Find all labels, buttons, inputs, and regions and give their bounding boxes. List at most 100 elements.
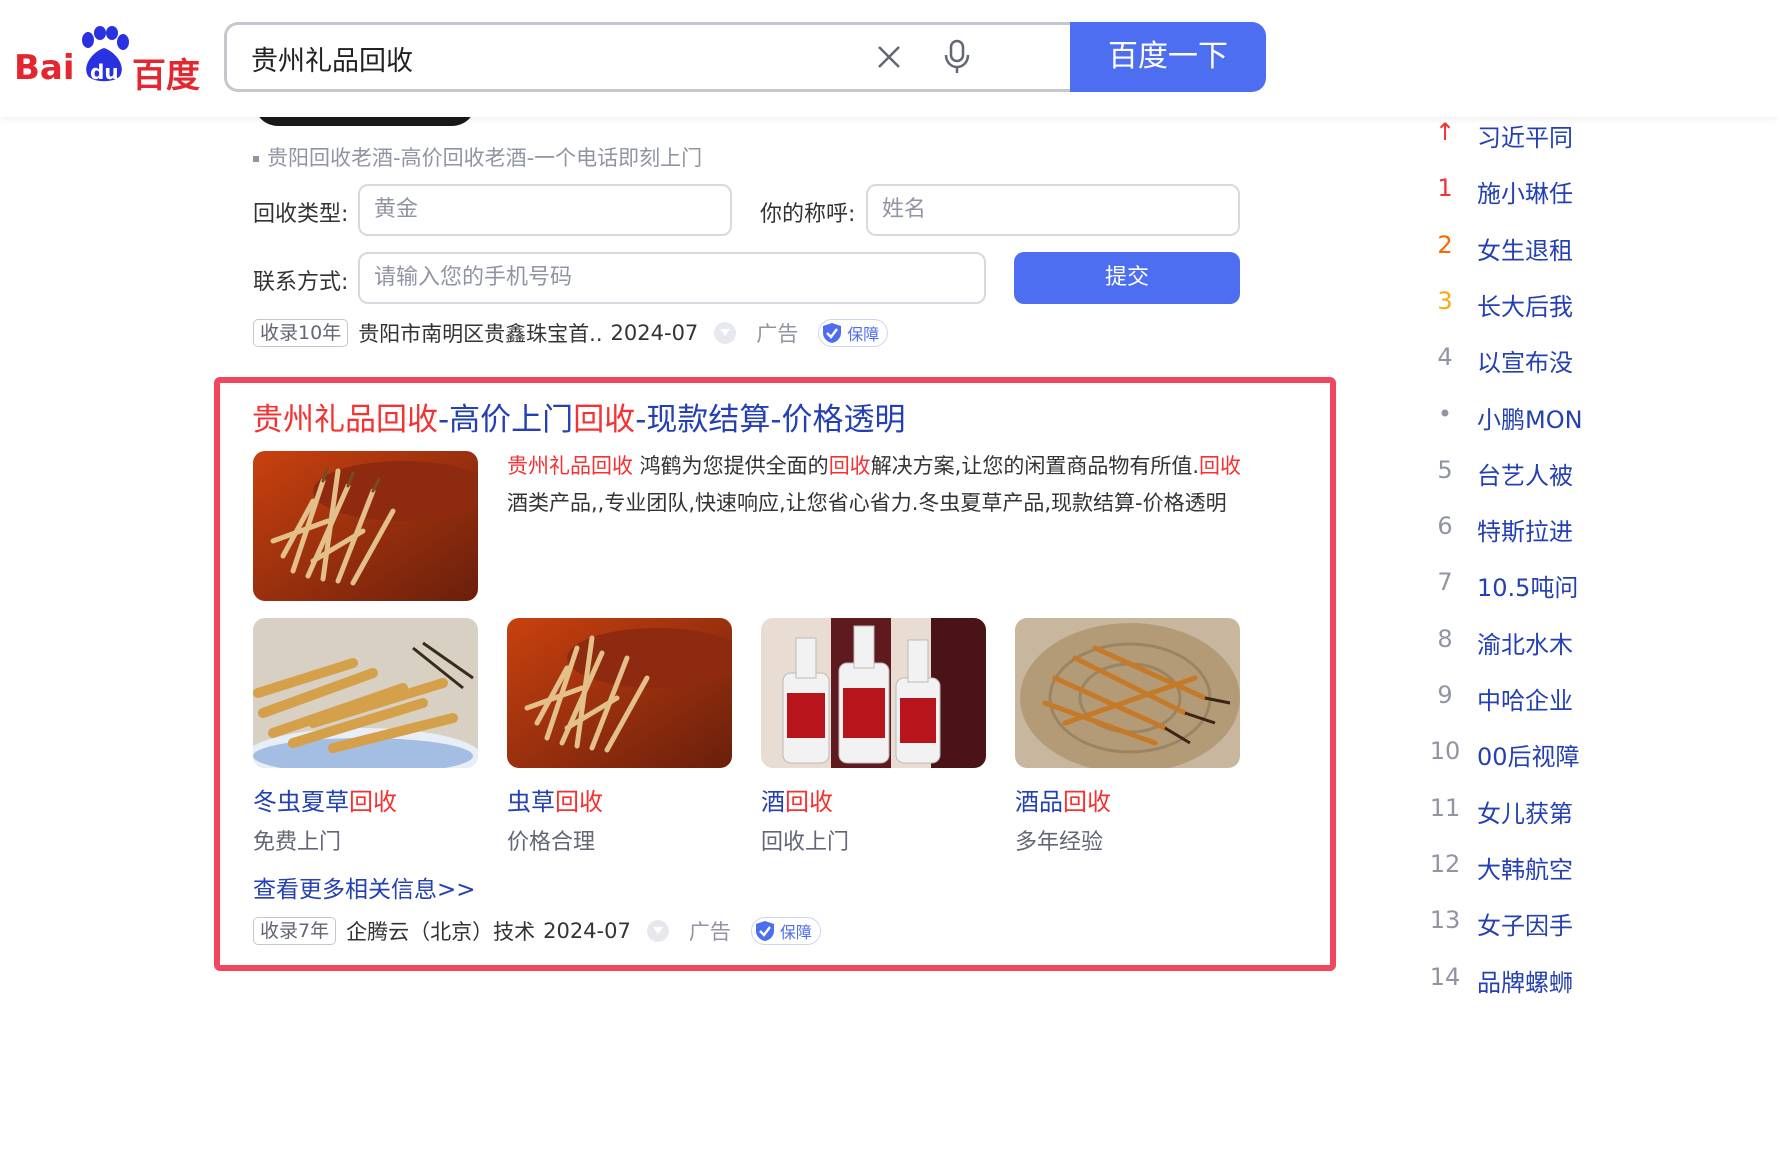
thumb-title-keyword: 回收 [555, 788, 603, 816]
hot-search-title: 特斯拉进 [1477, 518, 1573, 547]
hot-search-title: 施小琳任 [1477, 180, 1573, 209]
hot-rank: 12 [1429, 849, 1461, 878]
advertiser-name[interactable]: 贵阳市南明区贵鑫珠宝首.. [358, 318, 602, 348]
hot-search-title: 长大后我 [1477, 292, 1573, 321]
ad-label[interactable]: 广告 [689, 916, 731, 946]
hot-search-title: 品牌螺蛳 [1477, 968, 1573, 997]
cordyceps-image [253, 451, 478, 601]
logo-text-bai: Bai [14, 48, 75, 88]
ad-description: 贵州礼品回收 鸿鹤为您提供全面的回收解决方案,让您的闲置商品物有所值.回收酒类产… [507, 448, 1247, 522]
baidu-logo[interactable]: Bai du 百度 [14, 26, 200, 96]
hot-rank: 2 [1437, 230, 1453, 259]
ad-card-meta: 收录7年 企腾云（北京）技术 2024-07 广告 保障 [253, 916, 821, 946]
thumb-title-text: 酒 [761, 788, 785, 816]
thumb-title-text: 虫草 [507, 788, 555, 816]
indexed-years-tag: 收录7年 [253, 917, 337, 945]
thumb-title-chongcao[interactable]: 虫草回收 [507, 782, 603, 817]
hot-rank: 4 [1437, 343, 1453, 372]
thumb-subtitle: 免费上门 [253, 830, 342, 855]
bullet-icon [253, 156, 259, 162]
cordyceps-bowl-image [253, 618, 478, 768]
hot-rank: 3 [1437, 286, 1453, 315]
hot-search-title: 小鹏MON [1477, 405, 1583, 434]
guarantee-label: 保障 [779, 923, 812, 942]
desc-keyword: 回收 [828, 454, 871, 478]
logo-text-du: du [90, 60, 119, 84]
previous-ad-sublink[interactable]: 贵阳回收老酒-高价回收老酒-一个电话即刻上门 [253, 142, 702, 172]
hot-search-title: 渝北水木 [1477, 630, 1573, 659]
thumb-image-cordyceps[interactable] [253, 618, 478, 768]
ad-title-text: -现款结算-价格透明 [635, 402, 906, 438]
thumb-title-liquor[interactable]: 酒回收 [761, 782, 833, 817]
desc-text: 解决方案,让您的闲置商品物有所值. [870, 454, 1200, 478]
cordyceps-tray-image [507, 618, 732, 768]
hot-search-title: 中哈企业 [1477, 687, 1573, 715]
hot-rank: 6 [1437, 512, 1453, 541]
thumb-title-text: 酒品 [1015, 788, 1063, 816]
thumb-title-keyword: 回收 [785, 788, 833, 816]
hot-rank: 14 [1429, 962, 1461, 991]
hot-rank: 7 [1437, 568, 1453, 597]
thumb-title-keyword: 回收 [1063, 788, 1111, 816]
chevron-down-icon[interactable] [646, 920, 669, 942]
thumb-title-text: 冬虫夏草 [253, 788, 349, 816]
thumb-subtitle: 回收上门 [761, 830, 850, 855]
pinned-arrow-icon: ↑ [1434, 118, 1456, 146]
previous-ad-sublink-text[interactable]: 贵阳回收老酒-高价回收老酒-一个电话即刻上门 [267, 146, 702, 170]
hot-rank: 1 [1437, 174, 1453, 203]
microphone-icon[interactable] [943, 39, 971, 75]
search-button[interactable]: 百度一下 [1070, 22, 1266, 92]
search-input[interactable]: 贵州礼品回收 [251, 39, 413, 78]
hot-search-title: 习近平同 [1477, 124, 1573, 152]
hot-search-title: 00后视障 [1477, 743, 1580, 772]
ad-title-keyword: 贵州礼品回收 [252, 402, 438, 438]
logo-text-baidu-cn: 百度 [132, 56, 200, 96]
thumb-image-cordyceps-wood[interactable] [1015, 618, 1240, 768]
hot-search-title: 女儿获第 [1477, 799, 1573, 828]
submit-button[interactable]: 提交 [1014, 252, 1240, 304]
search-box[interactable]: 贵州礼品回收 [224, 22, 1073, 92]
hot-rank: 13 [1429, 906, 1461, 935]
desc-keyword: 贵州礼品回收 [507, 454, 633, 478]
thumb-subtitle: 多年经验 [1015, 830, 1104, 855]
thumb-image-cordyceps-tray[interactable] [507, 618, 732, 768]
desc-text: 鸿鹤为您提供全面的 [633, 454, 829, 478]
ad-label[interactable]: 广告 [756, 318, 798, 348]
guarantee-label: 保障 [847, 325, 880, 344]
guarantee-badge[interactable]: 保障 [818, 319, 889, 347]
liquor-bottles-image [761, 618, 986, 768]
clear-icon[interactable] [875, 43, 903, 71]
ad-title-text: -高价上门 [438, 402, 574, 438]
ad-title-link[interactable]: 贵州礼品回收-高价上门回收-现款结算-价格透明 [252, 394, 906, 439]
thumb-image-liquor[interactable] [761, 618, 986, 768]
previous-ad-meta: 收录10年 贵阳市南明区贵鑫珠宝首.. 2024-07 广告 保障 [253, 318, 889, 348]
name-field[interactable]: 姓名 [866, 184, 1240, 236]
hot-rank: 8 [1437, 624, 1453, 653]
hot-search-title: 女生退租 [1477, 236, 1573, 265]
desc-keyword: 回收 [1199, 454, 1242, 478]
ad-main-image[interactable] [253, 451, 478, 601]
guarantee-badge[interactable]: 保障 [750, 917, 821, 945]
thumb-title-liquor-products[interactable]: 酒品回收 [1015, 782, 1111, 817]
phone-field[interactable]: 请输入您的手机号码 [358, 252, 986, 304]
ad-title-keyword: 回收 [573, 402, 636, 438]
name-label: 你的称呼: [760, 202, 856, 227]
chevron-down-icon[interactable] [714, 322, 737, 344]
hot-search-title: 台艺人被 [1477, 461, 1573, 490]
shield-check-icon [823, 323, 842, 343]
hot-rank: 11 [1429, 793, 1461, 822]
hot-rank: 10 [1429, 737, 1461, 766]
recycle-type-label: 回收类型: [253, 202, 349, 227]
shield-check-icon [755, 921, 774, 941]
header-bar: Bai du 百度 贵州礼品回收 百度一下 [0, 0, 1778, 117]
advertiser-name[interactable]: 企腾云（北京）技术 [346, 916, 535, 946]
hot-rank: • [1437, 399, 1453, 428]
thumb-title-keyword: 回收 [349, 788, 397, 816]
thumb-title-cordyceps[interactable]: 冬虫夏草回收 [253, 782, 397, 817]
hot-search-title: 以宣布没 [1477, 349, 1573, 378]
hot-search-title: 大韩航空 [1477, 855, 1573, 884]
recycle-type-field[interactable]: 黄金 [358, 184, 732, 236]
indexed-years-tag: 收录10年 [253, 319, 349, 347]
more-info-link[interactable]: 查看更多相关信息>> [253, 870, 476, 904]
ad-date: 2024-07 [543, 919, 631, 943]
